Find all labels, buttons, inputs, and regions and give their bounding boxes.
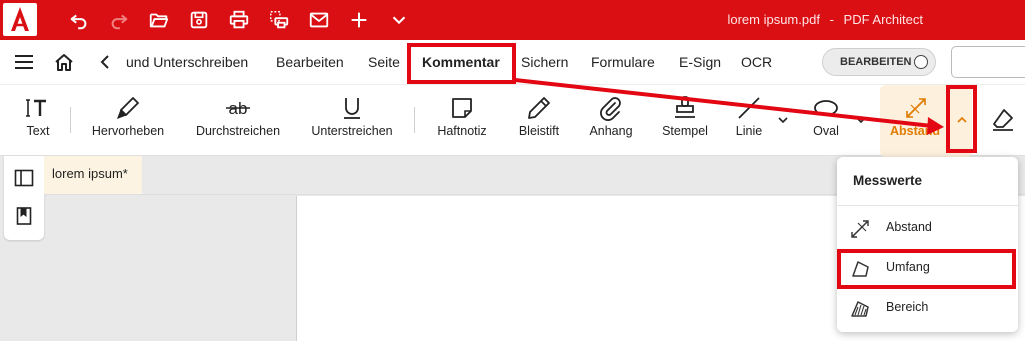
attachment-tool-button[interactable]: Anhang [582, 85, 640, 157]
tab-esign[interactable]: E-Sign [679, 40, 721, 84]
sticky-note-tool-button[interactable]: Haftnotiz [430, 85, 494, 157]
app-name: PDF Architect [843, 12, 923, 27]
document-tab[interactable]: lorem ipsum* [44, 156, 142, 194]
highlight-box-kommentar-tab [407, 43, 516, 84]
distance-tool-label: Abstand [890, 124, 940, 138]
menu-item-label: Bereich [886, 300, 929, 314]
underline-icon [339, 95, 365, 121]
strikethrough-icon: ab [225, 95, 251, 121]
side-panel-bar [4, 156, 44, 240]
line-icon [736, 95, 762, 121]
mail-icon[interactable] [305, 6, 333, 34]
attachment-tool-label: Anhang [589, 124, 633, 138]
panel-toggle-icon[interactable] [14, 168, 34, 188]
tab-unterschreiben[interactable]: und Unterschreiben [126, 40, 248, 84]
oval-tool-button[interactable]: Oval [806, 85, 846, 157]
underline-tool-label: Unterstreichen [311, 124, 393, 138]
text-tool-label: Text [26, 124, 50, 138]
underline-tool-button[interactable]: Unterstreichen [306, 85, 398, 157]
highlight-tool-button[interactable]: Hervorheben [84, 85, 172, 157]
stamp-icon [672, 95, 698, 121]
text-cursor-icon [25, 95, 51, 121]
stamp-tool-button[interactable]: Stempel [654, 85, 716, 157]
tab-bearbeiten[interactable]: Bearbeiten [276, 40, 344, 84]
unsaved-marker: * [122, 166, 128, 181]
highlighter-icon [115, 95, 141, 121]
tab-ocr[interactable]: OCR [741, 40, 772, 84]
tab-formulare[interactable]: Formulare [591, 40, 655, 84]
ribbon-separator [414, 107, 415, 133]
open-folder-icon[interactable] [145, 6, 173, 34]
document-name: lorem ipsum.pdf [727, 12, 820, 27]
tab-sichern[interactable]: Sichern [521, 40, 568, 84]
measurements-menu: Messwerte Abstand Umfang Bereich [837, 157, 1018, 332]
highlight-tool-label: Hervorheben [91, 124, 165, 138]
title-bar: lorem ipsum.pdf - PDF Architect [0, 0, 1025, 40]
menu-title: Messwerte [853, 173, 923, 188]
menu-item-abstand[interactable]: Abstand [837, 210, 1018, 246]
plus-icon[interactable] [345, 6, 373, 34]
scroll-left-icon[interactable] [98, 54, 112, 70]
area-icon [849, 298, 871, 320]
eraser-icon[interactable] [990, 107, 1016, 133]
pencil-icon [526, 95, 552, 121]
distance-measure-icon [903, 95, 929, 121]
undo-icon[interactable] [65, 6, 93, 34]
line-tool-label: Linie [735, 124, 763, 138]
oval-icon [813, 95, 839, 121]
bookmark-icon[interactable] [14, 206, 34, 226]
distance-measure-icon [849, 218, 871, 240]
sticky-note-icon [449, 95, 475, 121]
sticky-note-tool-label: Haftnotiz [437, 124, 487, 138]
highlight-box-distance-chevron [946, 85, 977, 153]
toggle-knob-icon [914, 55, 928, 69]
search-input[interactable] [951, 46, 1025, 78]
scan-print-icon[interactable] [265, 6, 293, 34]
pencil-tool-button[interactable]: Bleistift [510, 85, 568, 157]
line-tool-button[interactable]: Linie [730, 85, 768, 157]
hamburger-menu-icon[interactable] [14, 53, 34, 71]
stamp-tool-label: Stempel [662, 124, 708, 138]
document-tab-label: lorem ipsum [52, 166, 123, 181]
strikethrough-tool-label: Durchstreichen [195, 124, 281, 138]
app-logo-icon [3, 3, 37, 36]
save-icon[interactable] [185, 6, 213, 34]
ribbon-separator [70, 107, 71, 133]
home-icon[interactable] [53, 51, 75, 73]
line-options-chevron-icon[interactable] [776, 113, 790, 127]
window-title: lorem ipsum.pdf - PDF Architect [727, 12, 923, 27]
redo-icon[interactable] [105, 6, 133, 34]
edit-mode-toggle[interactable]: BEARBEITEN [822, 48, 936, 76]
oval-options-chevron-icon[interactable] [854, 113, 868, 127]
pencil-tool-label: Bleistift [518, 124, 560, 138]
menu-item-bereich[interactable]: Bereich [837, 290, 1018, 326]
menu-item-label: Abstand [886, 220, 932, 234]
comment-ribbon: Text Hervorheben ab Durchstreichen Unter… [0, 84, 1025, 157]
chevron-down-icon[interactable] [385, 6, 413, 34]
edit-toggle-label: BEARBEITEN [840, 56, 912, 68]
print-icon[interactable] [225, 6, 253, 34]
strikethrough-tool-button[interactable]: ab Durchstreichen [190, 85, 286, 157]
highlight-box-umfang-item [837, 249, 1016, 289]
menu-divider [837, 205, 1018, 206]
paperclip-icon [598, 95, 624, 121]
text-tool-button[interactable]: Text [14, 85, 62, 157]
tab-seite[interactable]: Seite [368, 40, 400, 84]
oval-tool-label: Oval [813, 124, 839, 138]
title-separator: - [829, 12, 834, 27]
